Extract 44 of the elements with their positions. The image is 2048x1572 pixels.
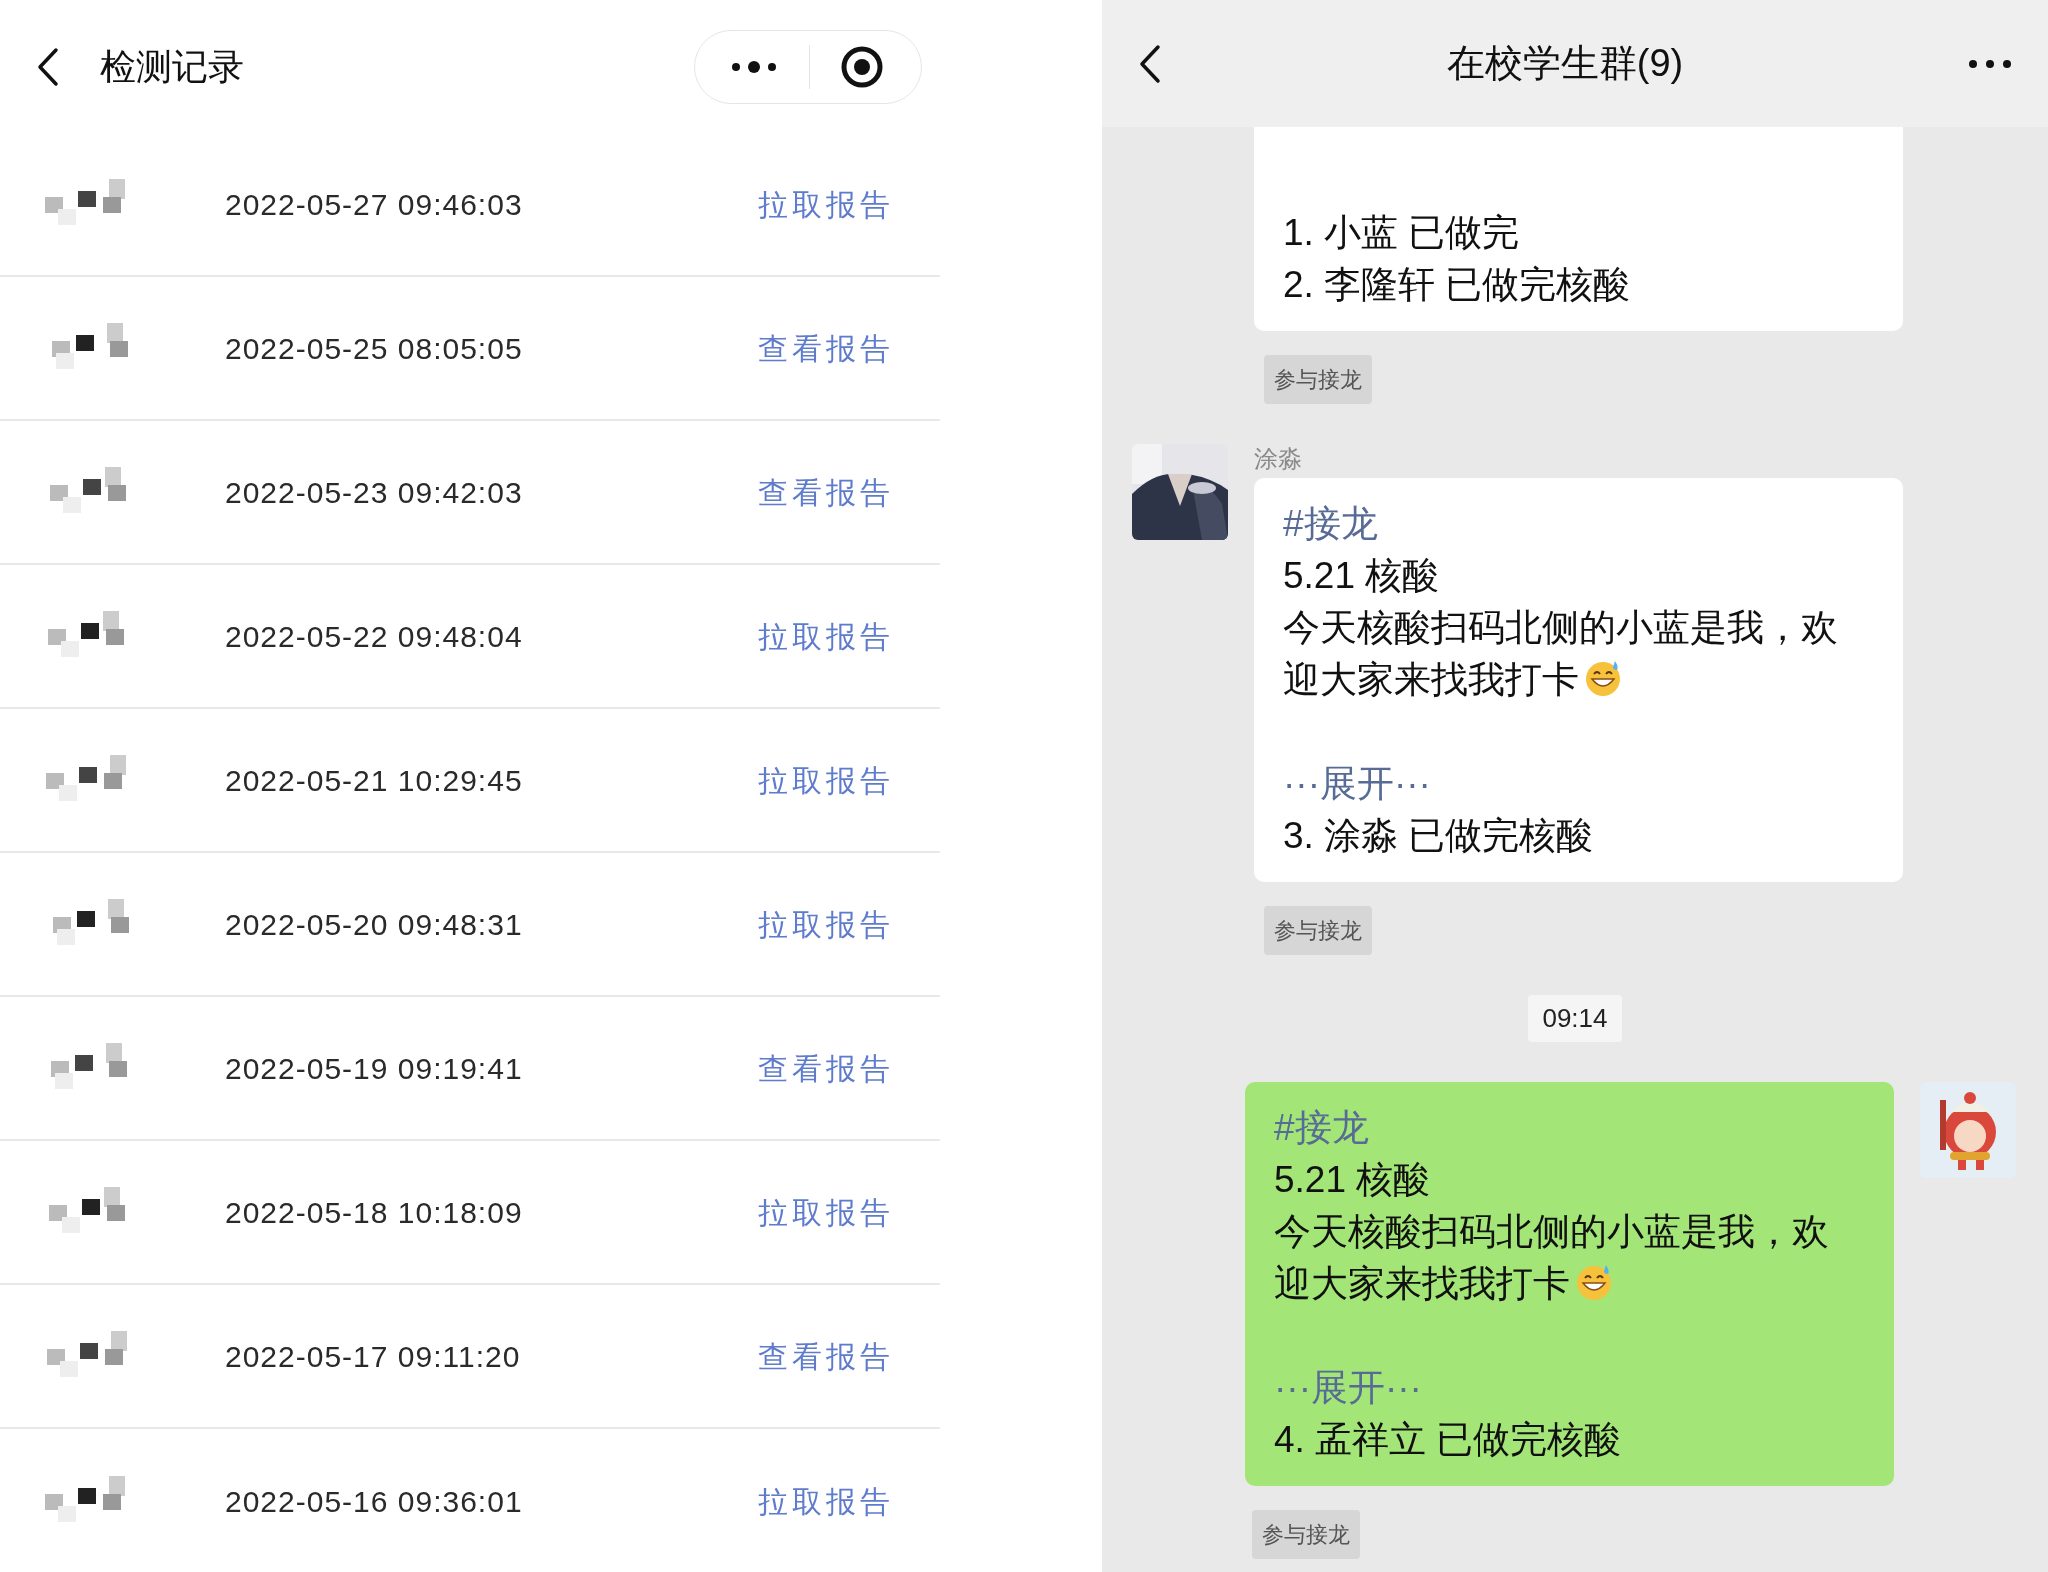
- report-link[interactable]: 查看报告: [758, 325, 894, 371]
- expand-link[interactable]: ···展开···: [1274, 1362, 1422, 1414]
- page-title: 检测记录: [100, 44, 244, 89]
- record-date: 2022-05-27 09:46:03: [225, 186, 523, 223]
- report-link[interactable]: 查看报告: [758, 469, 894, 515]
- back-icon[interactable]: [1138, 43, 1162, 84]
- report-link[interactable]: 查看报告: [758, 1333, 894, 1379]
- message-text: 今天核酸扫码北侧的小蓝是我，欢迎大家来找我打卡: [1274, 1210, 1830, 1306]
- record-date: 2022-05-23 09:42:03: [225, 474, 523, 511]
- report-link[interactable]: 拉取报告: [758, 613, 894, 659]
- record-date: 2022-05-17 09:11:20: [225, 1338, 521, 1375]
- message-text: 5.21 核酸: [1274, 1158, 1432, 1202]
- message-text: 3. 涂淼 已做完核酸: [1283, 814, 1595, 858]
- hashtag-link[interactable]: #接龙: [1274, 1102, 1865, 1154]
- record-date: 2022-05-25 08:05:05: [225, 330, 523, 367]
- sender-name: 涂淼: [1254, 444, 1303, 474]
- record-date: 2022-05-22 09:48:04: [225, 618, 523, 655]
- report-link[interactable]: 查看报告: [758, 1045, 894, 1091]
- record-date: 2022-05-20 09:48:31: [225, 906, 523, 943]
- expand-link[interactable]: ···展开···: [1283, 758, 1431, 810]
- report-link[interactable]: 拉取报告: [758, 1189, 894, 1235]
- message-text: 1. 小蓝 已做完: [1283, 211, 1521, 255]
- timestamp: 09:14: [1528, 995, 1622, 1042]
- join-chip[interactable]: 参与接龙: [1264, 906, 1372, 955]
- close-target-icon[interactable]: [840, 44, 884, 89]
- more-icon[interactable]: [1968, 58, 2012, 69]
- message-text: 5.21 核酸: [1283, 554, 1441, 598]
- back-icon[interactable]: [36, 46, 60, 87]
- record-date: 2022-05-21 10:29:45: [225, 762, 523, 799]
- report-link[interactable]: 拉取报告: [758, 901, 894, 947]
- hashtag-link[interactable]: #接龙: [1283, 498, 1874, 550]
- message-text: 今天核酸扫码北侧的小蓝是我，欢迎大家来找我打卡: [1283, 606, 1839, 702]
- join-chip[interactable]: 参与接龙: [1252, 1510, 1360, 1559]
- chat-title: 在校学生群(9): [1445, 41, 1685, 86]
- record-date: 2022-05-19 09:19:41: [225, 1050, 523, 1087]
- join-chip[interactable]: 参与接龙: [1264, 355, 1372, 404]
- message-text: 2. 李隆轩 已做完核酸: [1283, 263, 1632, 307]
- record-date: 2022-05-18 10:18:09: [225, 1194, 523, 1231]
- report-link[interactable]: 拉取报告: [758, 1478, 894, 1524]
- report-link[interactable]: 拉取报告: [758, 181, 894, 227]
- report-link[interactable]: 拉取报告: [758, 757, 894, 803]
- more-icon[interactable]: [731, 60, 777, 73]
- message-text: 4. 孟祥立 已做完核酸: [1274, 1418, 1623, 1462]
- record-date: 2022-05-16 09:36:01: [225, 1483, 523, 1520]
